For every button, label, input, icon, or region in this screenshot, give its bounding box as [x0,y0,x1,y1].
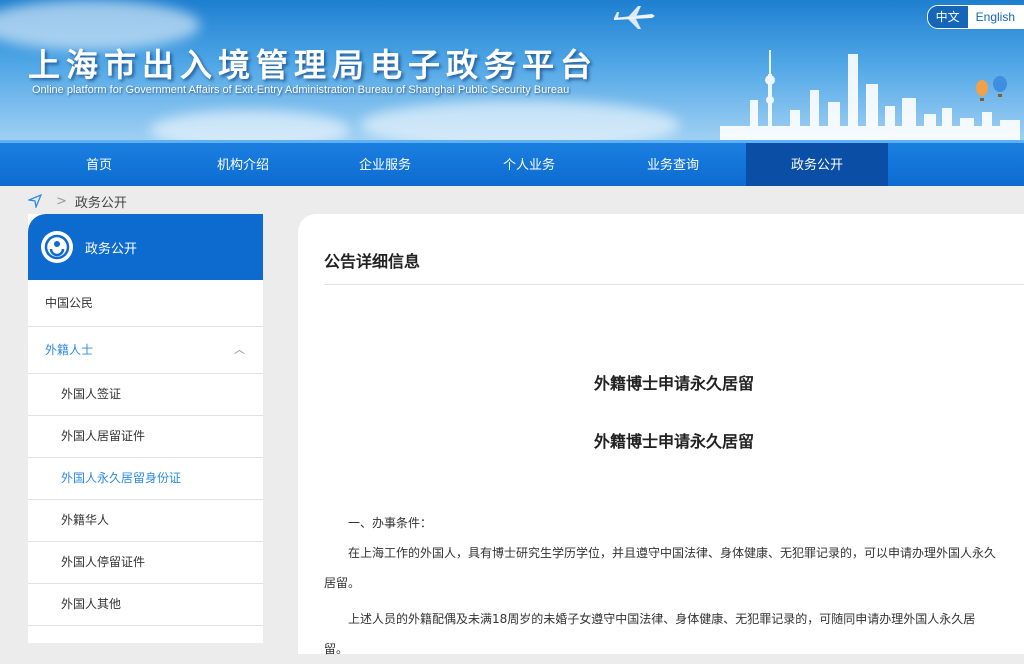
divider [324,284,1024,285]
nav-item-personal-services[interactable]: 个人业务 [458,143,600,186]
breadcrumb-separator: > [56,193,67,209]
airplane-icon [614,6,655,29]
location-arrow-icon [28,194,42,208]
nav-item-enterprise-services[interactable]: 企业服务 [314,143,456,186]
main-nav: 首页 机构介绍 企业服务 个人业务 业务查询 政务公开 [0,140,1024,186]
article-title: 外籍博士申请永久居留 [593,374,754,393]
cloud-decoration [150,110,350,140]
paragraph: 在上海工作的外国人，具有博士研究生学历学位，并且遵守中国法律、身体健康、无犯罪记… [324,546,997,590]
language-english-button[interactable]: English [967,6,1023,28]
sidebar-item-overseas-chinese[interactable]: 外籍华人 [28,500,263,542]
language-switch: 中文 English [926,5,1024,29]
breadcrumb-current[interactable]: 政务公开 [75,192,127,211]
sidebar-item-foreigner-other[interactable]: 外国人其他 [28,584,263,626]
police-emblem-icon [41,231,73,263]
sidebar-title: 政务公开 [85,241,138,257]
header-banner: 上海市出入境管理局电子政务平台 Online platform for Gove… [0,0,1024,140]
article-subtitle: 外籍博士申请永久居留 [593,432,754,451]
sidebar: 政务公开 中国公民 外籍人士 ︿ 外国人签证 外国人居留证件 外国人永久居留身份… [28,214,263,643]
site-subtitle: Online platform for Government Affairs o… [32,84,570,96]
paragraph: 上述人员的外籍配偶及未满18周岁的未婚子女遵守中国法律、身体健康、无犯罪记录的，… [324,612,976,656]
sidebar-header: 政务公开 [28,214,263,280]
sidebar-item-residence-permit[interactable]: 外国人居留证件 [28,416,263,458]
cloud-decoration [360,100,680,140]
nav-item-business-query[interactable]: 业务查询 [602,143,744,186]
language-chinese-button[interactable]: 中文 [927,6,968,28]
sidebar-item-label: 外籍人士 [45,343,94,357]
nav-item-home[interactable]: 首页 [28,143,170,186]
nav-item-about[interactable]: 机构介绍 [172,143,314,186]
nav-item-government-affairs[interactable]: 政务公开 [746,143,888,186]
site-title: 上海市出入境管理局电子政务平台 [28,46,599,84]
panel-title: 公告详细信息 [324,252,421,271]
chevron-up-icon[interactable]: ︿ [234,327,245,373]
breadcrumb: > 政务公开 [28,192,127,211]
sidebar-item-foreigners[interactable]: 外籍人士 ︿ [28,327,263,374]
sidebar-item-foreigner-visa[interactable]: 外国人签证 [28,374,263,416]
sidebar-item-stay-permit[interactable]: 外国人停留证件 [28,542,263,584]
sidebar-item-chinese-citizens[interactable]: 中国公民 [28,280,263,327]
section-heading: 一、办事条件： [348,516,433,530]
sidebar-item-permanent-residence-id[interactable]: 外国人永久居留身份证 [28,458,263,500]
hot-air-balloon-icon [976,76,1007,101]
announcement-panel: 公告详细信息 外籍博士申请永久居留 外籍博士申请永久居留 一、办事条件： 在上海… [298,214,1024,656]
